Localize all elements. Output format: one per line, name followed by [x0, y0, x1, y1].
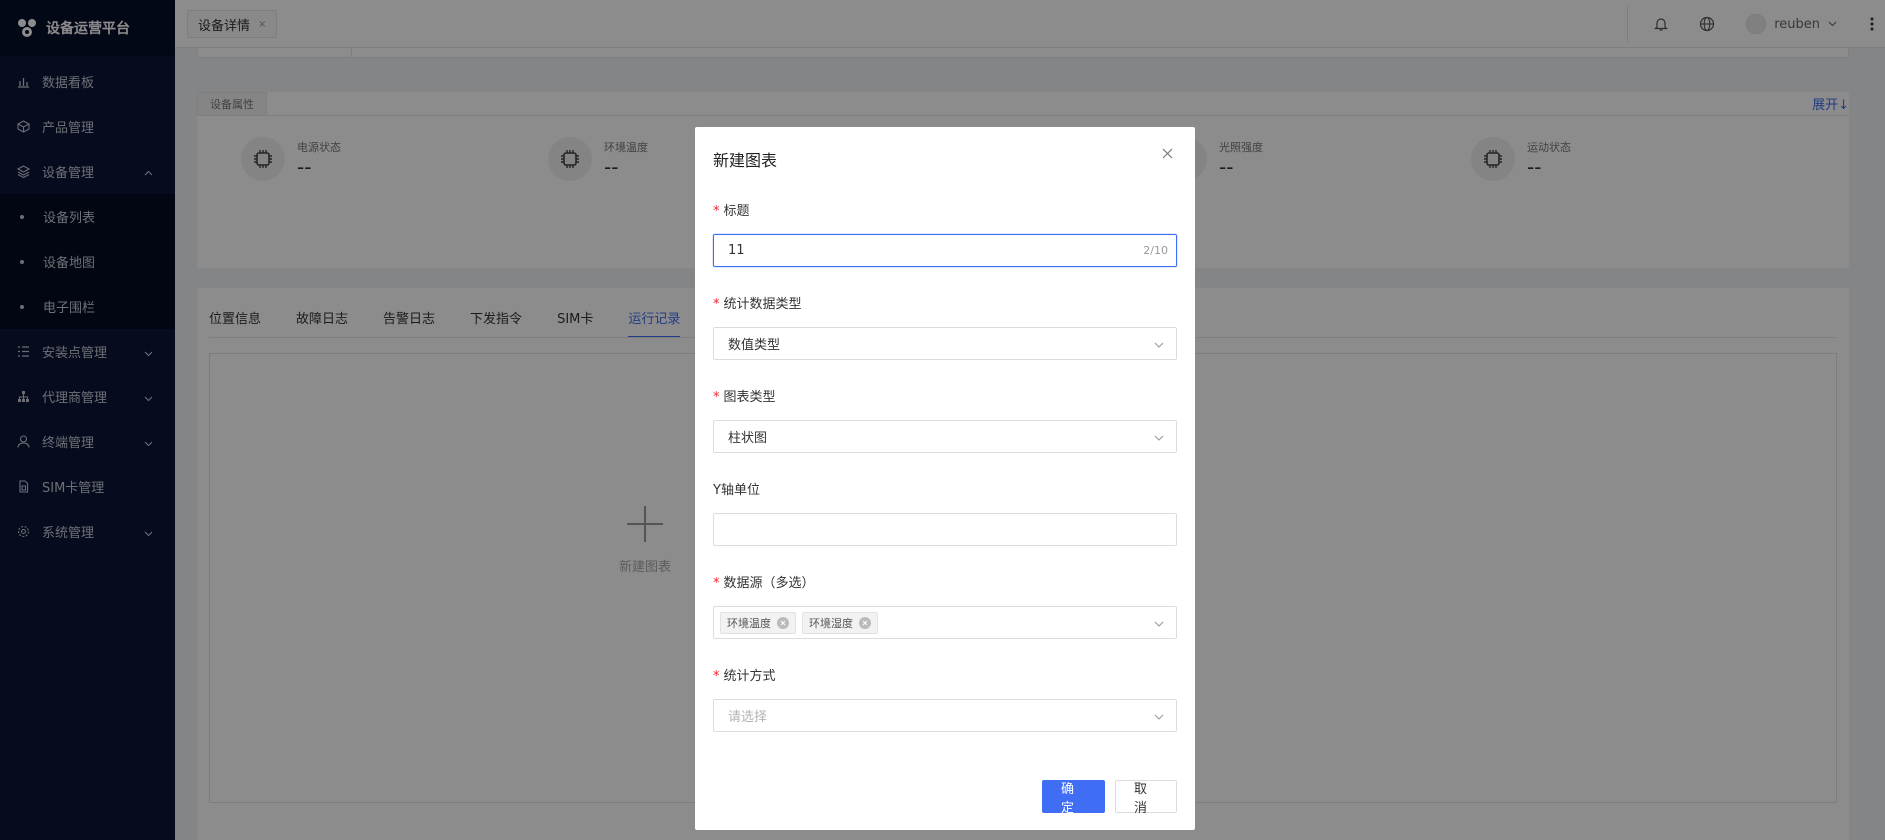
label-text: 统计数据类型: [723, 297, 802, 312]
required-mark: *: [713, 576, 720, 591]
label-text: 数据源（多选）: [723, 576, 815, 591]
dialog-title: 新建图表: [713, 151, 778, 170]
chevron-down-icon: [1154, 432, 1164, 447]
data-type-select[interactable]: 数值类型: [713, 327, 1177, 360]
close-icon[interactable]: [859, 616, 871, 629]
field-label-chart-type: * 图表类型: [713, 386, 776, 405]
field-label-data-type: * 统计数据类型: [713, 293, 802, 312]
selected-tag: 环境温度: [720, 611, 796, 634]
tag-label: 环境湿度: [809, 616, 853, 630]
stat-method-select[interactable]: 请选择: [713, 699, 1177, 732]
field-label-stat-method: * 统计方式: [713, 665, 776, 684]
cancel-button[interactable]: 取消: [1115, 780, 1177, 816]
select-placeholder: 请选择: [728, 710, 768, 725]
required-mark: *: [713, 204, 720, 219]
chevron-down-icon: [1154, 711, 1164, 726]
label-text: Y轴单位: [713, 483, 760, 498]
new-chart-dialog: 新建图表 * 标题 11 2/10 * 统计数据类型 数值类型 * 图表类型 柱状图 …: [695, 127, 1195, 830]
label-text: 图表类型: [723, 390, 776, 405]
field-label-y-unit: Y轴单位: [713, 479, 760, 498]
required-mark: *: [713, 390, 720, 405]
close-icon[interactable]: [1159, 145, 1175, 161]
y-unit-input[interactable]: [713, 513, 1177, 546]
select-value: 柱状图: [728, 431, 768, 446]
char-counter: 2/10: [1143, 244, 1168, 257]
select-value: 数值类型: [728, 338, 781, 353]
label-text: 标题: [723, 204, 750, 219]
data-source-multiselect[interactable]: 环境温度 环境湿度: [713, 606, 1177, 639]
chevron-down-icon: [1154, 339, 1164, 354]
field-label-data-source: * 数据源（多选）: [713, 572, 815, 591]
chevron-down-icon: [1154, 618, 1164, 633]
field-label-title: * 标题: [713, 200, 750, 219]
input-value: 11: [728, 243, 745, 258]
selected-tag: 环境湿度: [802, 611, 878, 634]
required-mark: *: [713, 669, 720, 684]
tag-label: 环境温度: [727, 616, 771, 630]
close-icon[interactable]: [777, 616, 789, 629]
title-input[interactable]: 11 2/10: [713, 234, 1177, 267]
chart-type-select[interactable]: 柱状图: [713, 420, 1177, 453]
confirm-button[interactable]: 确定: [1042, 780, 1105, 816]
required-mark: *: [713, 297, 720, 312]
label-text: 统计方式: [723, 669, 776, 684]
